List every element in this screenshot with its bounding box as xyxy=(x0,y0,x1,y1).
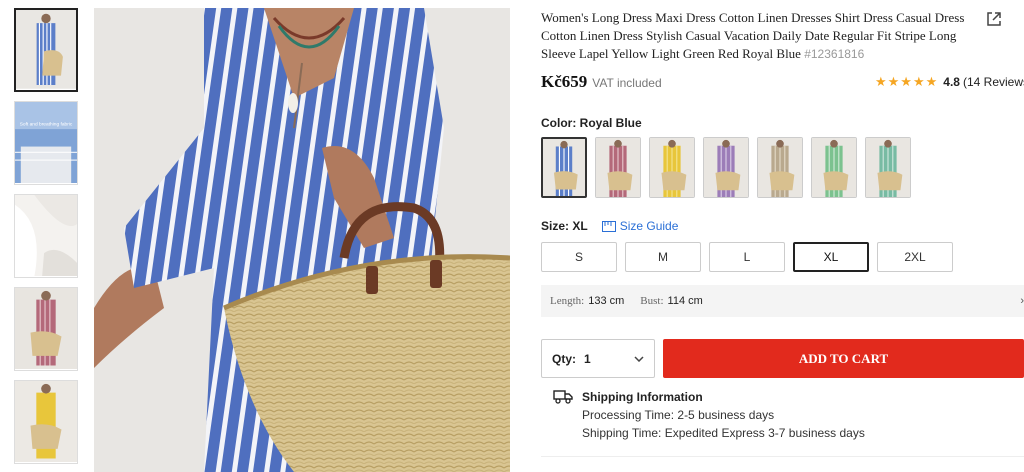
quantity-select[interactable]: Qty: 1 xyxy=(541,339,655,378)
vat-note: VAT included xyxy=(592,76,662,90)
truck-icon xyxy=(553,390,573,404)
add-to-cart-button[interactable]: ADD TO CART xyxy=(663,339,1024,378)
thumbnail-2[interactable]: Soft and breathing fabric xyxy=(14,101,78,185)
color-swatch[interactable] xyxy=(811,137,857,198)
qty-value: 1 xyxy=(584,351,591,366)
price: Kč659 xyxy=(541,72,588,91)
color-swatches xyxy=(541,137,919,198)
bust-key: Bust: xyxy=(640,295,664,307)
color-swatch[interactable] xyxy=(541,137,587,198)
shipping-title: Shipping Information xyxy=(582,390,703,404)
color-label: Color: Royal Blue xyxy=(541,116,642,130)
ruler-icon xyxy=(601,220,616,232)
rating-value: 4.8 xyxy=(943,75,960,89)
qty-label: Qty: xyxy=(552,351,576,366)
size-label-row: Size: XL Size Guide xyxy=(541,219,678,233)
color-swatch[interactable] xyxy=(865,137,911,198)
bust-value: 114 cm xyxy=(667,295,703,307)
processing-value: 2-5 business days xyxy=(677,408,775,422)
color-swatch[interactable] xyxy=(595,137,641,198)
chevron-right-icon[interactable]: › xyxy=(1020,295,1024,307)
thumbnail-4[interactable] xyxy=(14,287,78,371)
divider xyxy=(541,456,1024,457)
share-icon[interactable] xyxy=(985,10,1003,28)
thumbnail-gallery: Soft and breathing fabric xyxy=(14,8,80,472)
size-option[interactable]: L xyxy=(709,242,785,272)
product-title: Women's Long Dress Maxi Dress Cotton Lin… xyxy=(541,9,973,63)
size-option[interactable]: 2XL xyxy=(877,242,953,272)
svg-text:Soft and breathing fabric: Soft and breathing fabric xyxy=(20,121,73,127)
main-product-image xyxy=(94,8,510,472)
star-icons: ★★★★★ xyxy=(875,74,939,89)
size-options: S M L XL 2XL xyxy=(541,242,961,272)
color-swatch[interactable] xyxy=(757,137,803,198)
color-swatch[interactable] xyxy=(703,137,749,198)
product-info-panel: Women's Long Dress Maxi Dress Cotton Lin… xyxy=(541,0,1024,472)
product-title-text: Women's Long Dress Maxi Dress Cotton Lin… xyxy=(541,10,965,61)
product-sku: #12361816 xyxy=(804,47,865,61)
size-option[interactable]: XL xyxy=(793,242,869,272)
size-option[interactable]: M xyxy=(625,242,701,272)
price-row: Kč659 VAT included xyxy=(541,72,662,94)
thumbnail-5[interactable] xyxy=(14,380,78,464)
shipping-key: Shipping Time: xyxy=(582,426,662,440)
processing-key: Processing Time: xyxy=(582,408,675,422)
size-guide-link[interactable]: Size Guide xyxy=(601,219,679,233)
size-option[interactable]: S xyxy=(541,242,617,272)
review-count: (14 Reviews) xyxy=(962,75,1024,89)
thumbnail-3[interactable] xyxy=(14,194,78,278)
color-swatch[interactable] xyxy=(649,137,695,198)
measurements-bar: Length: 133 cm Bust: 114 cm › xyxy=(541,285,1024,317)
chevron-down-icon xyxy=(634,355,644,362)
thumbnail-1[interactable] xyxy=(14,8,78,92)
size-label: Size: XL xyxy=(541,219,588,233)
rating[interactable]: ★★★★★ 4.8 (14 Reviews) xyxy=(875,74,1024,90)
length-key: Length: xyxy=(550,295,585,307)
shipping-time: Shipping Time: Expedited Express 3-7 bus… xyxy=(582,426,865,440)
shipping-value: Expedited Express 3-7 business days xyxy=(664,426,865,440)
size-guide-label: Size Guide xyxy=(619,219,679,233)
processing-time: Processing Time: 2-5 business days xyxy=(582,408,774,422)
length-value: 133 cm xyxy=(588,295,625,307)
